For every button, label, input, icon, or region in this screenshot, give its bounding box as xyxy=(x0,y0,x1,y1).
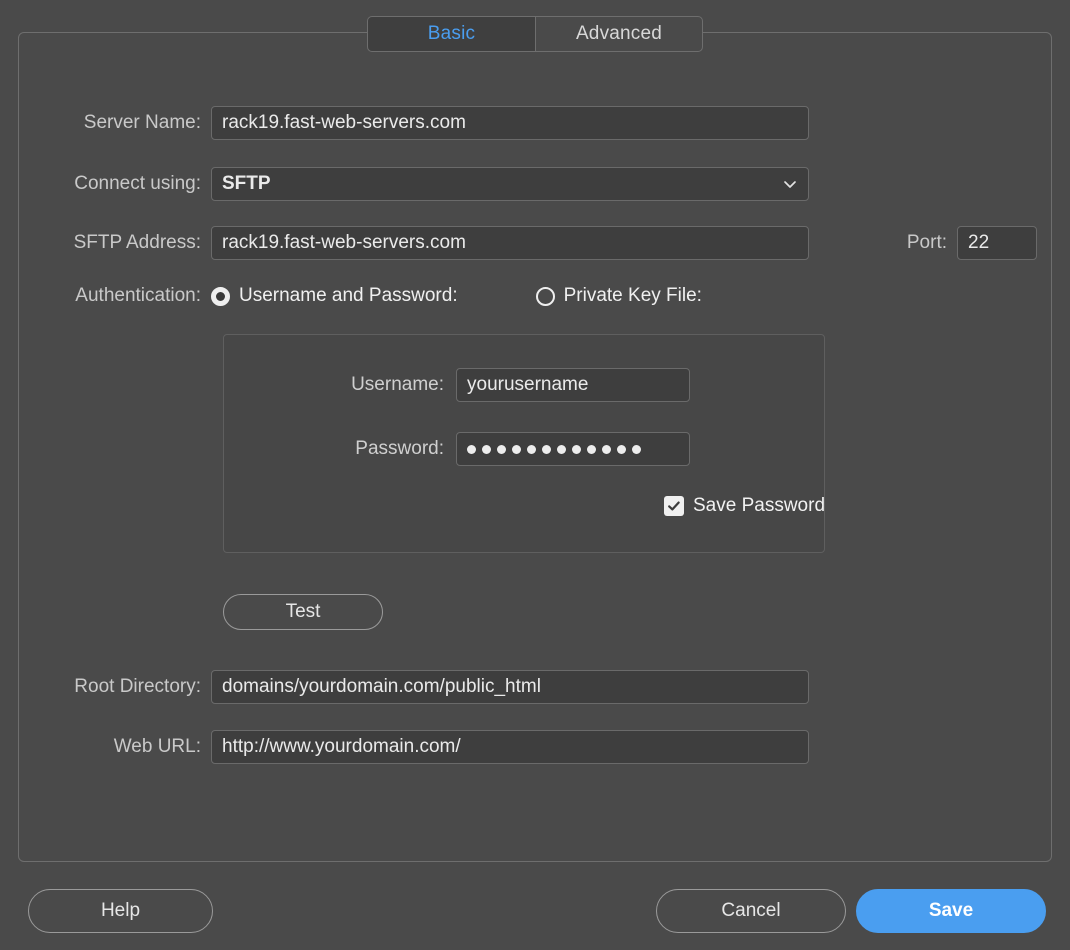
save-password-label: Save Password xyxy=(693,495,826,516)
checkmark-icon xyxy=(664,496,684,516)
root-directory-input[interactable]: domains/yourdomain.com/public_html xyxy=(211,670,809,704)
password-dot xyxy=(632,444,641,454)
help-button[interactable]: Help xyxy=(28,889,213,933)
password-dot xyxy=(557,444,566,454)
port-input[interactable]: 22 xyxy=(957,226,1037,260)
radio-button-selected-icon xyxy=(211,286,230,306)
root-directory-row: Root Directory: domains/yourdomain.com/p… xyxy=(41,670,809,704)
authentication-row: Authentication: Username and Password: P… xyxy=(41,285,702,307)
tab-advanced[interactable]: Advanced xyxy=(535,16,703,52)
radio-private-key-file-label: Private Key File: xyxy=(563,285,702,306)
chevron-down-icon xyxy=(782,176,798,192)
connect-using-row: Connect using: SFTP xyxy=(41,167,809,201)
tab-basic[interactable]: Basic xyxy=(367,16,535,52)
radio-username-password[interactable]: Username and Password: xyxy=(211,285,458,307)
password-dot xyxy=(482,444,491,454)
dialog-footer: Help Cancel Save xyxy=(0,886,1070,936)
connect-using-label: Connect using: xyxy=(74,173,201,194)
save-button[interactable]: Save xyxy=(856,889,1046,933)
connect-using-select[interactable]: SFTP xyxy=(211,167,809,201)
username-input[interactable]: yourusername xyxy=(456,368,690,402)
web-url-row: Web URL: http://www.yourdomain.com/ xyxy=(41,730,809,764)
password-dot xyxy=(572,444,581,454)
test-button-label: Test xyxy=(285,601,321,622)
tab-strip: Basic Advanced xyxy=(0,16,1070,52)
cancel-button-label: Cancel xyxy=(721,900,781,921)
username-label: Username: xyxy=(351,374,444,395)
radio-private-key-file[interactable]: Private Key File: xyxy=(535,285,702,307)
radio-button-unselected-icon xyxy=(535,286,555,306)
tab-advanced-label: Advanced xyxy=(575,23,663,44)
password-dot xyxy=(527,444,536,454)
sftp-address-label: SFTP Address: xyxy=(73,232,201,253)
save-button-label: Save xyxy=(928,900,974,921)
password-label: Password: xyxy=(355,438,444,459)
password-dot xyxy=(512,444,521,454)
password-dot xyxy=(602,444,611,454)
cancel-button[interactable]: Cancel xyxy=(656,889,846,933)
server-name-input[interactable]: rack19.fast-web-servers.com xyxy=(211,106,809,140)
username-row: Username: yourusername xyxy=(296,368,690,402)
password-dot xyxy=(617,444,626,454)
port-row: Port: 22 xyxy=(895,226,1037,260)
settings-panel: Server Name: rack19.fast-web-servers.com… xyxy=(18,32,1052,862)
web-url-input[interactable]: http://www.yourdomain.com/ xyxy=(211,730,809,764)
server-name-row: Server Name: rack19.fast-web-servers.com xyxy=(41,106,809,140)
help-button-label: Help xyxy=(100,900,141,921)
credentials-group: Username: yourusername Password: Save Pa… xyxy=(223,334,825,553)
authentication-label: Authentication: xyxy=(75,285,201,306)
test-button[interactable]: Test xyxy=(223,594,383,630)
web-url-label: Web URL: xyxy=(113,736,201,757)
password-dot xyxy=(497,444,506,454)
password-row: Password: xyxy=(296,432,690,466)
password-input[interactable] xyxy=(456,432,690,466)
save-password-checkbox[interactable]: Save Password xyxy=(664,495,825,517)
radio-username-password-label: Username and Password: xyxy=(239,285,458,306)
port-label: Port: xyxy=(906,232,947,253)
sftp-address-input[interactable]: rack19.fast-web-servers.com xyxy=(211,226,809,260)
password-masked-value xyxy=(467,444,641,454)
connect-using-value: SFTP xyxy=(222,173,271,194)
root-directory-label: Root Directory: xyxy=(74,676,201,697)
password-dot xyxy=(542,444,551,454)
password-dot xyxy=(587,444,596,454)
sftp-address-row: SFTP Address: rack19.fast-web-servers.co… xyxy=(41,226,809,260)
password-dot xyxy=(467,444,476,454)
server-name-label: Server Name: xyxy=(83,112,201,133)
tab-basic-label: Basic xyxy=(427,23,476,44)
